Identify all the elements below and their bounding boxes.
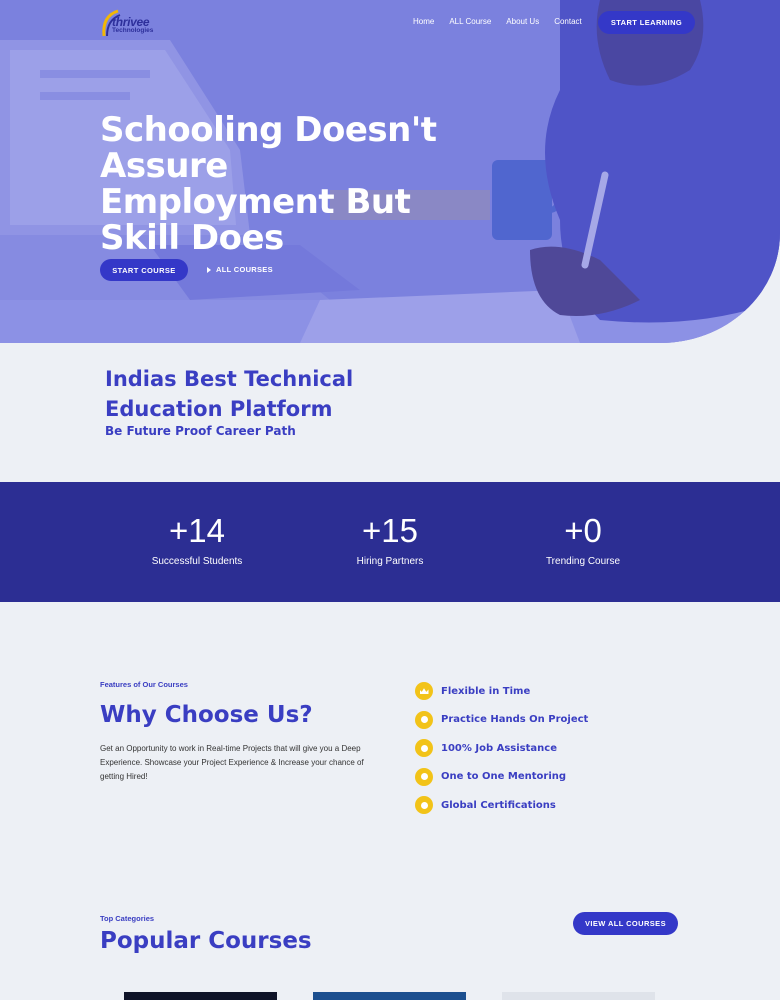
stat-hiring-partners: +15 Hiring Partners <box>300 512 480 567</box>
nav-link-about-us[interactable]: About Us <box>506 17 539 26</box>
feature-label: 100% Job Assistance <box>441 742 557 754</box>
all-courses-label: ALL COURSES <box>216 265 273 274</box>
badge-icon <box>415 796 433 815</box>
nav-link-home[interactable]: Home <box>413 17 434 26</box>
stat-value: +15 <box>362 512 418 549</box>
feature-item: Global Certifications <box>415 791 588 820</box>
course-card-thumbnail[interactable] <box>124 992 277 1000</box>
start-learning-button[interactable]: START LEARNING <box>598 11 695 34</box>
logo-subtitle: Technologies <box>112 27 154 34</box>
stat-value: +0 <box>564 512 602 549</box>
hero-section: Schooling Doesn't Assure Employment But … <box>0 0 780 343</box>
feature-list: Flexible in Time Practice Hands On Proje… <box>415 677 588 820</box>
stat-successful-students: +14 Successful Students <box>107 512 287 567</box>
stat-label: Trending Course <box>545 556 621 567</box>
nav-link-contact[interactable]: Contact <box>554 17 582 26</box>
play-icon <box>207 266 211 273</box>
why-eyebrow: Features of Our Courses <box>100 680 188 689</box>
courses-title: Popular Courses <box>100 928 312 954</box>
stat-trending-course: +0 Trending Course <box>493 512 673 567</box>
feature-label: Flexible in Time <box>441 685 531 697</box>
stat-value: +14 <box>169 512 225 549</box>
badge-icon <box>415 767 433 786</box>
feature-item: 100% Job Assistance <box>415 734 588 763</box>
start-course-button[interactable]: START COURSE <box>100 259 188 281</box>
platform-title: Indias Best Technical Education Platform <box>105 367 354 421</box>
top-navigation: thrivee Technologies Home ALL Course Abo… <box>0 0 780 44</box>
courses-eyebrow: Top Categories <box>100 914 155 923</box>
stats-band: +14 Successful Students +15 Hiring Partn… <box>0 482 780 602</box>
nav-link-all-course[interactable]: ALL Course <box>449 17 491 26</box>
course-card-thumbnail[interactable] <box>502 992 655 1000</box>
course-card-thumbnail[interactable] <box>313 992 466 1000</box>
crown-icon <box>415 682 433 701</box>
why-title: Why Choose Us? <box>100 702 313 728</box>
stat-label: Hiring Partners <box>356 556 424 567</box>
platform-subtitle: Be Future Proof Career Path <box>105 424 296 438</box>
feature-label: Global Certifications <box>441 799 556 811</box>
feature-item: Practice Hands On Project <box>415 706 588 735</box>
badge-icon <box>415 739 433 758</box>
feature-item: Flexible in Time <box>415 677 588 706</box>
hero-title: Schooling Doesn't Assure Employment But … <box>100 110 437 258</box>
clock-icon <box>415 710 433 729</box>
feature-item: One to One Mentoring <box>415 763 588 792</box>
all-courses-button[interactable]: ALL COURSES <box>207 265 273 274</box>
view-all-courses-button[interactable]: VIEW ALL COURSES <box>573 912 678 935</box>
feature-label: Practice Hands On Project <box>441 714 589 726</box>
stat-label: Successful Students <box>151 556 243 567</box>
feature-label: One to One Mentoring <box>441 771 567 783</box>
why-description: Get an Opportunity to work in Real-time … <box>100 744 364 781</box>
nav-links: Home ALL Course About Us Contact <box>413 17 597 26</box>
